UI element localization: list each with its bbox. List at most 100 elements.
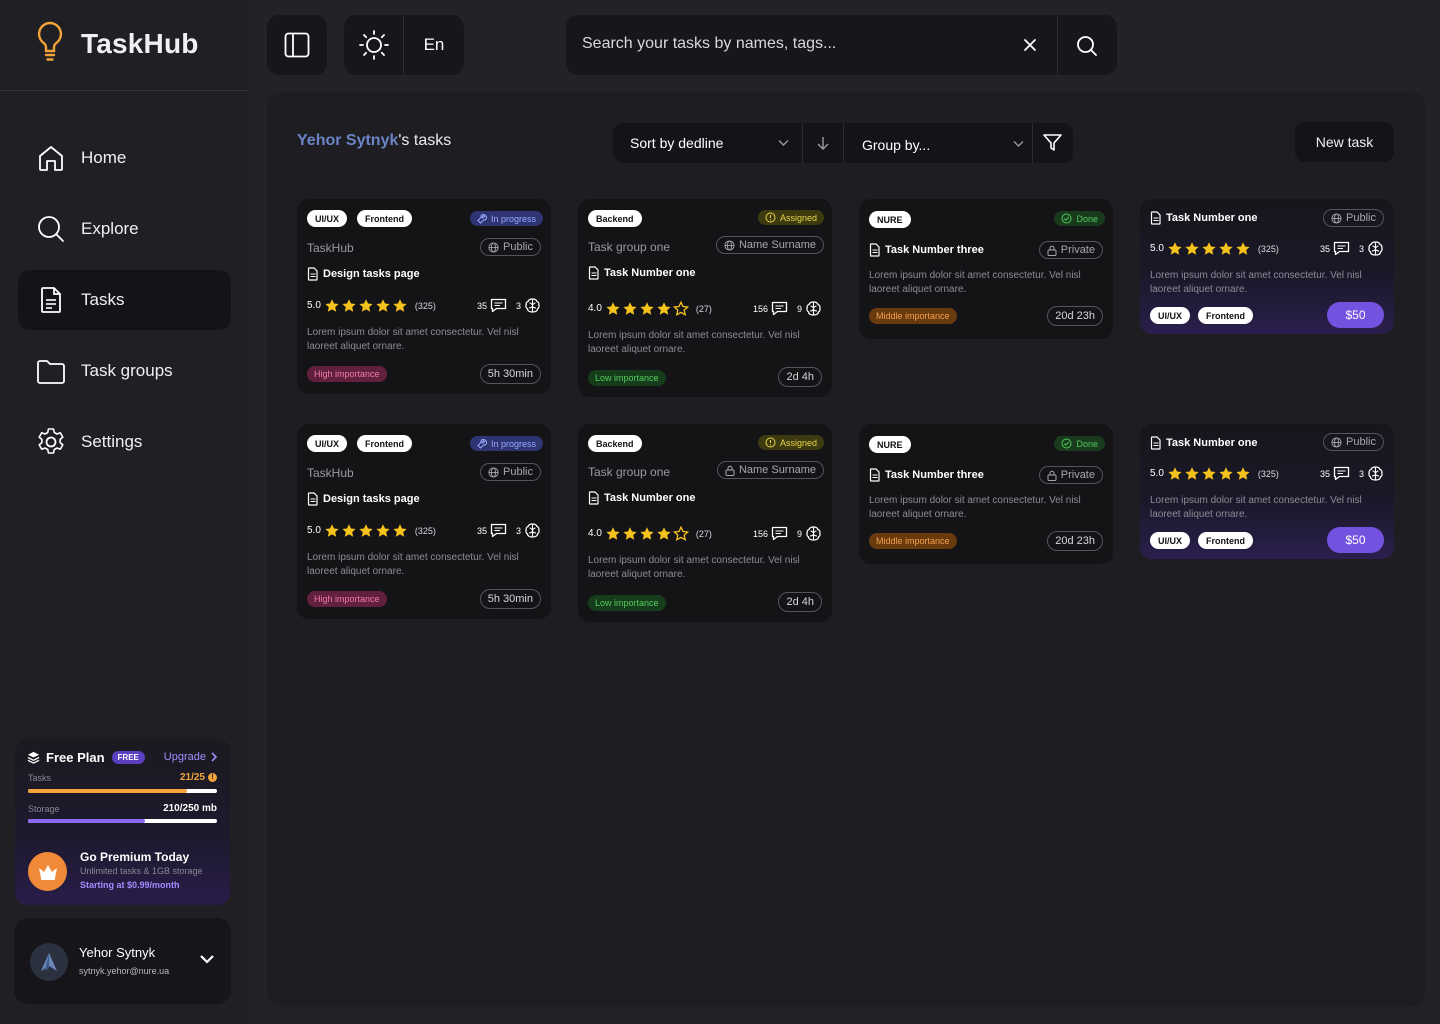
- assignee-badge: Name Surname: [716, 461, 824, 479]
- group-select[interactable]: Group by...: [862, 137, 930, 153]
- chevron-down-icon[interactable]: [778, 139, 789, 147]
- status-label: In progress: [490, 213, 536, 224]
- globe-icon: [724, 239, 735, 251]
- search-bar: [566, 15, 1117, 75]
- rating-value: 5.0: [307, 525, 321, 536]
- language-button[interactable]: En: [404, 35, 464, 55]
- task-card[interactable]: NURE Done Task Number three Private Lore…: [859, 199, 1113, 339]
- visibility-label: Public: [1346, 436, 1376, 448]
- task-description: Lorem ipsum dolor sit amet consectetur. …: [1150, 270, 1362, 295]
- status-badge: Done: [1054, 211, 1105, 226]
- plan-header: Free Plan FREE: [27, 750, 145, 765]
- star-filled-icon: [359, 524, 373, 537]
- search-input[interactable]: [582, 35, 1002, 53]
- new-task-button[interactable]: New task: [1295, 122, 1394, 162]
- review-count: (325): [1257, 243, 1279, 254]
- sidebar: TaskHub Home Explore Tasks Task groups S…: [0, 0, 249, 1024]
- status-badge: Assigned: [757, 435, 824, 450]
- task-name: Design tasks page: [307, 492, 420, 506]
- premium-price: Starting at $0.99/month: [80, 880, 180, 890]
- status-label: In progress: [490, 438, 536, 449]
- status-label: Assigned: [779, 212, 817, 223]
- time-estimate: 2d 4h: [778, 367, 822, 387]
- theme-language-group: En: [344, 15, 464, 75]
- visibility-badge: Public: [480, 238, 541, 256]
- sidebar-item-task-groups[interactable]: Task groups: [18, 341, 231, 401]
- brain-count: 3: [515, 300, 521, 311]
- rating: 5.0 (325): [307, 298, 436, 313]
- visibility-badge: Public: [480, 463, 541, 481]
- time-estimate: 2d 4h: [778, 592, 822, 612]
- title-suffix: 's tasks: [398, 132, 452, 149]
- importance-badge: Low importance: [588, 370, 666, 386]
- divider: [1032, 123, 1033, 163]
- toggle-sidebar-button[interactable]: [267, 15, 327, 75]
- task-name-label: Design tasks page: [323, 268, 420, 280]
- sidebar-item-label: Settings: [81, 432, 143, 451]
- rating-value: 4.0: [588, 303, 602, 314]
- task-card[interactable]: Task Number one Public 5.0 (325) 35 3 Lore…: [1140, 199, 1394, 334]
- theme-toggle-button[interactable]: [344, 15, 404, 75]
- task-name: Task Number one: [1150, 211, 1258, 225]
- sidebar-item-label: Home: [81, 148, 127, 167]
- review-count: (325): [414, 525, 436, 536]
- price-button[interactable]: $50: [1327, 527, 1384, 553]
- avatar: [30, 943, 68, 981]
- search-icon[interactable]: [1075, 34, 1099, 58]
- close-icon[interactable]: [1021, 36, 1039, 54]
- search-icon: [38, 216, 64, 242]
- star-filled-icon: [623, 527, 637, 540]
- task-card[interactable]: UI/UX Frontend In progress TaskHub Publi…: [297, 424, 551, 619]
- task-card[interactable]: Backend Assigned Task group one Name Sur…: [578, 424, 832, 622]
- task-card[interactable]: UI/UX Frontend In progress TaskHub Publi…: [297, 199, 551, 394]
- chevron-down-icon[interactable]: [1013, 140, 1024, 148]
- document-icon: [307, 492, 318, 506]
- task-meta: 35 3: [477, 297, 541, 314]
- status-badge: Done: [1054, 436, 1105, 451]
- sidebar-item-settings[interactable]: Settings: [18, 412, 231, 472]
- star-filled-icon: [606, 302, 620, 315]
- owner-name[interactable]: Yehor Sytnyk: [297, 132, 398, 149]
- tag-chip: NURE: [869, 211, 911, 228]
- sidebar-item-explore[interactable]: Explore: [18, 199, 231, 259]
- task-card[interactable]: Task Number one Public 5.0 (325) 35 3 Lore…: [1140, 424, 1394, 559]
- price-button[interactable]: $50: [1327, 302, 1384, 328]
- warning-icon: !: [208, 773, 217, 782]
- assignee-badge: Name Surname: [715, 236, 824, 254]
- rating-value: 5.0: [307, 300, 321, 311]
- document-icon: [41, 287, 61, 313]
- star-empty-icon: [672, 301, 689, 316]
- comment-icon: [490, 523, 507, 538]
- document-icon: [1150, 211, 1161, 225]
- chevron-down-icon[interactable]: [199, 953, 215, 965]
- folder-icon: [37, 360, 65, 384]
- visibility-label: Private: [1060, 244, 1095, 256]
- brain-count: 3: [1358, 243, 1364, 254]
- tag-chip: NURE: [869, 436, 911, 453]
- globe-icon: [1331, 436, 1342, 448]
- user-profile[interactable]: Yehor Sytnyk sytnyk.yehor@nure.ua: [14, 918, 231, 1004]
- task-name: Task Number one: [588, 266, 696, 280]
- upgrade-link[interactable]: Upgrade: [164, 751, 218, 763]
- star-filled-icon: [1168, 467, 1182, 480]
- star-rating: [605, 301, 689, 316]
- sidebar-item-home[interactable]: Home: [18, 128, 231, 188]
- star-rating: [605, 526, 689, 541]
- logo[interactable]: TaskHub: [0, 0, 249, 91]
- sort-direction-icon[interactable]: [816, 136, 830, 151]
- document-icon: [588, 266, 599, 280]
- sort-select[interactable]: Sort by dedline: [630, 135, 723, 151]
- task-meta: 156 9: [753, 525, 822, 542]
- task-card[interactable]: NURE Done Task Number three Private Lore…: [859, 424, 1113, 564]
- brain-count: 3: [515, 525, 521, 536]
- gear-icon: [38, 428, 64, 454]
- sidebar-item-tasks[interactable]: Tasks: [18, 270, 231, 330]
- task-description: Lorem ipsum dolor sit amet consectetur. …: [1150, 495, 1362, 520]
- star-rating: [324, 298, 408, 313]
- filter-icon[interactable]: [1042, 133, 1063, 153]
- comment-count: 156: [752, 303, 768, 314]
- star-filled-icon: [342, 299, 356, 312]
- plan-badge: FREE: [111, 751, 145, 764]
- task-card[interactable]: Backend Assigned Task group one Name Sur…: [578, 199, 832, 397]
- divider: [1057, 15, 1058, 75]
